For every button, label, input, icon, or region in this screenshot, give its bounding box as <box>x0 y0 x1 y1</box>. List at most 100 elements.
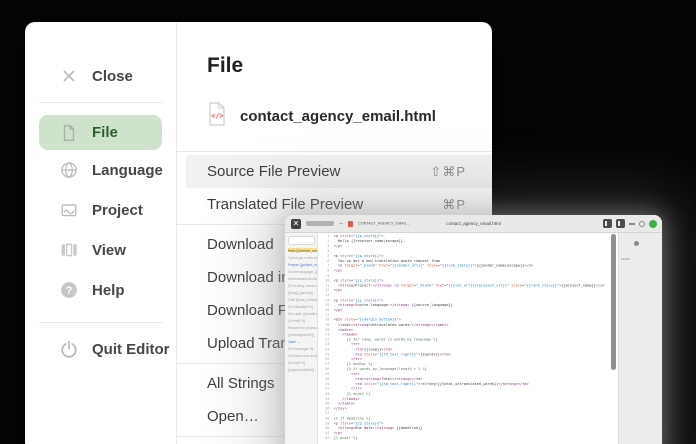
search-box[interactable] <box>288 236 315 245</box>
code-line-text: </p> <box>334 288 343 292</box>
code-line-text: <p style="{{p_style}}"> <box>334 254 384 258</box>
sidebar-nav: File Language Project View? Help <box>25 115 176 310</box>
code-line-text: You've got a new translation quote reque… <box>334 259 440 263</box>
power-icon <box>60 340 78 358</box>
code-line-text: <strong>Due date:</strong> {{deadline}} <box>334 426 423 430</box>
breadcrumb-blur <box>306 221 334 226</box>
source-preview-window: ✕ CONTACT_AGENCY_EMAIL… contact_agency_e… <box>285 215 662 444</box>
menu-item-label: All Strings <box>207 375 275 392</box>
minimize-icon[interactable] <box>629 223 635 225</box>
string-list-item[interactable]: Source language: {{sou… <box>288 269 318 273</box>
string-list-item[interactable]: {{message|nl2br}} <box>288 332 318 336</box>
menu-item-label: Download <box>207 236 274 253</box>
breadcrumb-separator <box>339 223 343 224</box>
layout-toggle-icon[interactable] <box>616 219 625 228</box>
menu-item-label: Source File Preview <box>207 163 340 180</box>
code-line-text: <strong>Project:</strong> <a target="_bl… <box>334 283 605 287</box>
code-line-text: </p> <box>334 244 343 248</box>
string-list-item[interactable]: {{signature|nl2br}} <box>288 367 318 371</box>
code-line-text: <td style="{{td_text_right}}"><strong>{{… <box>334 382 529 386</box>
code-line-text <box>334 274 336 278</box>
sidebar-divider <box>39 102 162 103</box>
sidebar-item-project[interactable]: Project <box>25 190 176 230</box>
code-line-text: <p style="{{p_style}}"> <box>334 278 384 282</box>
window-close-icon[interactable]: ✕ <box>291 219 301 229</box>
string-list-item[interactable]: Project: {{project_name}} <box>288 262 318 266</box>
code-line-text: <table> <box>334 328 354 332</box>
x-icon <box>60 67 78 85</box>
code-line-text: <p style="{{p_style}}"> <box>334 234 384 238</box>
menu-item-label: Open… <box>207 408 259 425</box>
string-list-item[interactable]: Hello {{receiver_name|esc… <box>288 248 318 252</box>
menu-item[interactable]: Source File Preview ⇧⌘P <box>186 155 492 188</box>
code-line: 42{% endif %} <box>318 436 609 441</box>
string-list-item[interactable]: {% endif %} <box>288 318 318 322</box>
string-list-item[interactable]: Untranslated words: {{w… <box>288 276 318 280</box>
code-line-text: </p> <box>334 431 343 435</box>
code-line-text: <div style="{{margin_bottom}}"> <box>334 318 401 322</box>
sidebar-item-view[interactable]: View <box>25 230 176 270</box>
code-line-text: </tr> <box>334 357 362 361</box>
columns-icon <box>60 241 78 259</box>
globe-icon <box>60 161 78 179</box>
code-line-text: <label><strong>Untranslated words:</stro… <box>334 323 449 327</box>
svg-text:?: ? <box>66 285 73 297</box>
shortcut-badge: ⇧⌘P <box>430 164 466 180</box>
code-file-icon: </> <box>207 102 227 131</box>
string-list-item[interactable]: Request for proposal de… <box>288 325 318 329</box>
code-line-text: <p style="{{p_style}}"> <box>334 298 384 302</box>
right-panel <box>618 233 662 444</box>
sidebar-item-label: File <box>92 124 118 141</box>
code-editor: 1<p style="{{p_style}}">2 Hello {{receiv… <box>318 233 609 444</box>
menu-item-label: Translated File Preview <box>207 196 363 213</box>
code-line-text: <td>{{lang}}</td> <box>334 347 393 351</box>
code-line-text: Hello {{receiver_name|escape}}, <box>334 239 406 243</box>
code-line-text: </tbody> <box>334 397 360 401</box>
file-name: contact_agency_email.html <box>240 108 436 125</box>
string-list-item[interactable]: Total {{total_untranslat… <box>288 297 318 301</box>
maximize-icon[interactable] <box>639 221 645 227</box>
code-line-text: <strong>Source language:</strong> {{sour… <box>334 303 453 307</box>
panel-gear-icon[interactable] <box>634 241 639 246</box>
scrollbar <box>609 233 618 444</box>
line-number: 42 <box>318 436 334 441</box>
code-line-text <box>334 313 336 317</box>
string-list-item[interactable]: {% for lang, words in wor… <box>288 283 318 287</box>
string-list-item[interactable]: You've got a new translati… <box>288 255 318 259</box>
close-button[interactable]: Close <box>25 62 176 90</box>
string-list-item[interactable]: {% if manager %} <box>288 346 318 350</box>
strings-sidebar: Hello {{receiver_name|esc… You've got a n… <box>285 233 318 444</box>
sidebar-item-label: Project <box>92 202 143 219</box>
search-input[interactable] <box>289 242 315 245</box>
page-title: File <box>177 54 492 78</box>
string-list-item[interactable]: Open → <box>288 339 318 343</box>
string-list-item[interactable]: {{lang}} {{words}} <box>288 290 318 294</box>
code-line-text: <p style="{{p_style}}"> <box>334 421 384 425</box>
string-list-item[interactable]: You have been invited… <box>288 353 318 357</box>
code-line-text: {% for lang, words in words_by_language … <box>334 338 438 342</box>
code-line-text <box>334 411 336 415</box>
sidebar-item-language[interactable]: Language <box>25 150 176 190</box>
code-line-text: </p> <box>334 269 343 273</box>
code-lines: 1<p style="{{p_style}}">2 Hello {{receiv… <box>318 233 609 441</box>
sidebar-item-label: Language <box>92 162 163 179</box>
sidebar-item-help[interactable]: ? Help <box>25 270 176 310</box>
code-line: 11 <strong>Project:</strong> <a target="… <box>318 283 609 288</box>
close-label: Close <box>92 68 133 85</box>
scrollbar-thumb[interactable] <box>611 234 616 370</box>
sidebar-item-label: Help <box>92 282 125 299</box>
code-line-text: </div> <box>334 406 347 410</box>
panel-toggle-icon[interactable] <box>603 219 612 228</box>
status-dot-icon[interactable] <box>649 220 657 228</box>
sidebar-item-file[interactable]: File <box>39 115 162 150</box>
code-line-text <box>334 249 336 253</box>
quit-editor-button[interactable]: Quit Editor <box>25 329 176 369</box>
string-list-item[interactable]: {% if deadline %} <box>288 304 318 308</box>
quit-editor-label: Quit Editor <box>92 341 170 358</box>
string-list-item[interactable]: {% endif %} <box>288 360 318 364</box>
code-line-text: </tr> <box>334 387 362 391</box>
code-line-text: </p> <box>334 308 343 312</box>
code-line-text: {% endif %} <box>334 392 371 396</box>
question-icon: ? <box>60 281 78 299</box>
string-list-item[interactable]: Due date: {{deadline}} <box>288 311 318 315</box>
